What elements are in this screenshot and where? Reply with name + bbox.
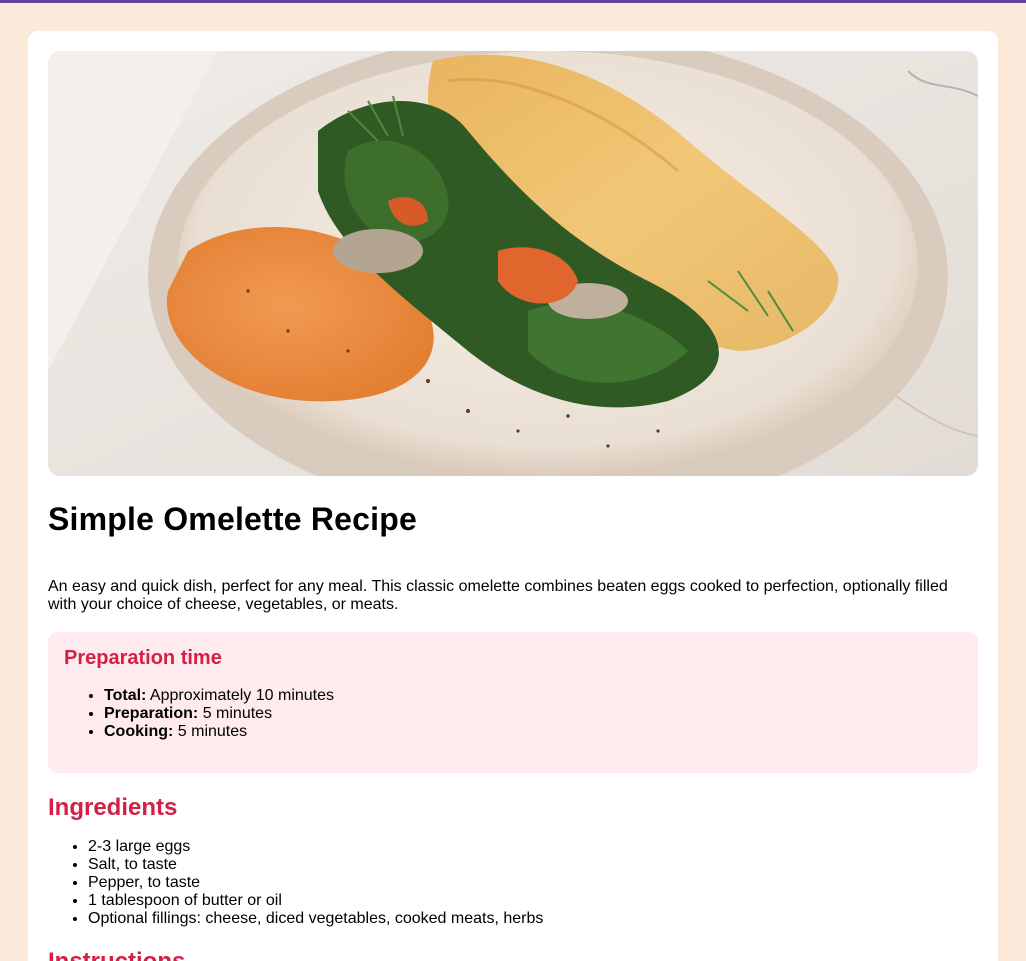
recipe-title: Simple Omelette Recipe [48,501,417,537]
preparation-label: Cooking: [104,723,174,741]
list-item: Salt, to taste [88,856,978,874]
omelette-photo [48,51,978,476]
preparation-label: Total: [104,687,147,705]
ingredients-list: 2-3 large eggs Salt, to taste Pepper, to… [48,838,978,928]
instructions-heading: Instructions [48,949,978,961]
preparation-heading: Preparation time [64,647,222,670]
list-item: 1 tablespoon of butter or oil [88,892,978,910]
preparation-time-box: Preparation time Total: Approximately 10… [48,632,978,774]
preparation-item-prep: Preparation: 5 minutes [104,705,962,723]
ingredients-heading: Ingredients [48,794,178,822]
list-item: 2-3 large eggs [88,838,978,856]
preparation-value: Approximately 10 minutes [149,687,335,705]
preparation-item-total: Total: Approximately 10 minutes [104,687,962,705]
recipe-description: An easy and quick dish, perfect for any … [48,578,948,614]
preparation-value: 5 minutes [202,705,273,723]
hero-image [48,51,978,476]
preparation-label: Preparation: [104,705,199,723]
preparation-list: Total: Approximately 10 minutes Preparat… [64,687,962,741]
preparation-value: 5 minutes [177,723,248,741]
list-item: Pepper, to taste [88,874,978,892]
recipe-card: Simple Omelette Recipe An easy and quick… [28,31,998,961]
list-item: Optional fillings: cheese, diced vegetab… [88,910,978,928]
preparation-item-cooking: Cooking: 5 minutes [104,723,962,741]
